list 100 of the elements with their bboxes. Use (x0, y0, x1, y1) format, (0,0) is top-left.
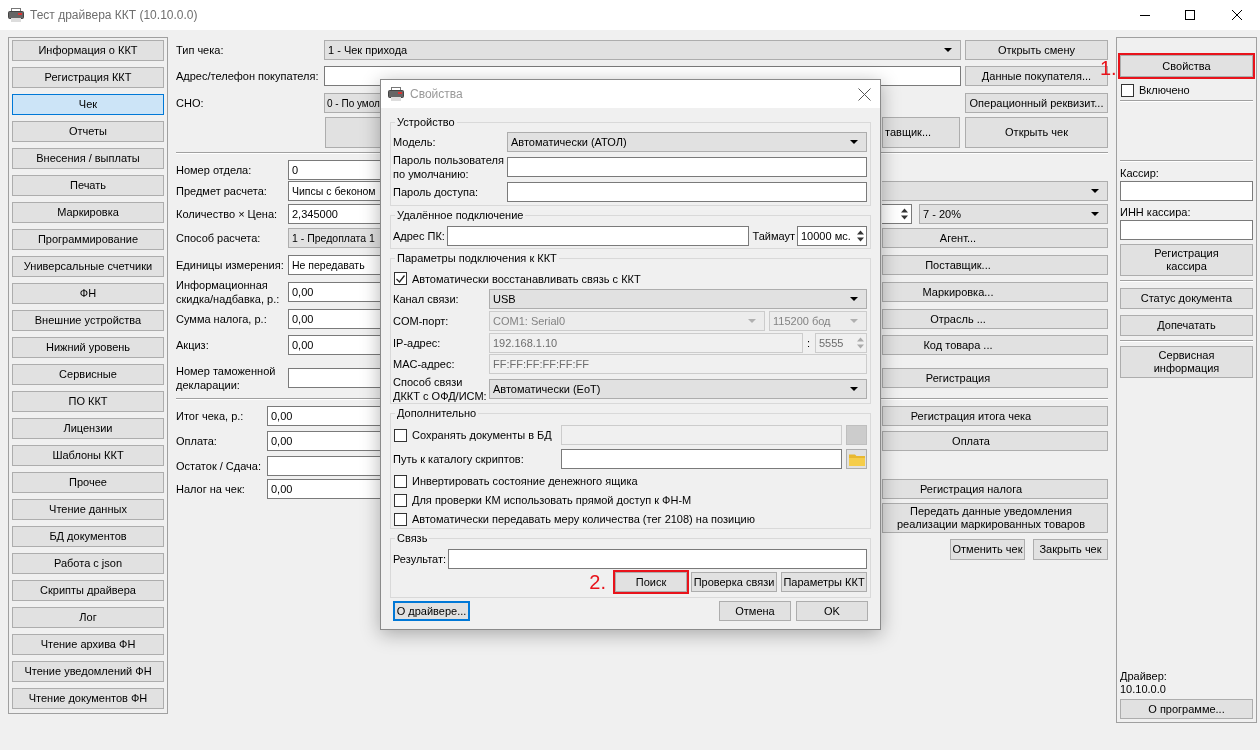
sidebar-item[interactable]: Внешние устройства (12, 310, 164, 331)
sidebar-item[interactable]: Работа с json (12, 553, 164, 574)
checkbox-label[interactable]: Автоматически передавать меру количества (тег 2108) на позицию (412, 513, 755, 525)
checkbox-label[interactable]: Для проверки КМ использовать прямой доступ к ФН-М (412, 494, 692, 506)
action-button[interactable]: Оплата (882, 431, 1108, 451)
checkbox-label[interactable]: Автоматически восстанавливать связь с ККТ (412, 272, 641, 285)
sidebar-item[interactable]: Отчеты (12, 121, 164, 142)
spin-arrows-icon[interactable] (900, 207, 909, 221)
input-field[interactable]: 0,00 (288, 335, 381, 355)
input-field[interactable] (267, 456, 381, 476)
action-button[interactable]: Отмена (719, 601, 791, 621)
dropdown[interactable]: Автоматически (EoT) (489, 379, 867, 399)
action-button[interactable]: тавщик... (882, 117, 960, 148)
spin-field[interactable]: 10000 мс. (797, 226, 867, 246)
action-button[interactable] (325, 117, 381, 148)
action-button[interactable]: Сервисная информация (1120, 346, 1253, 378)
dropdown[interactable]: Чипсы с беконом (288, 181, 381, 201)
action-button[interactable]: Регистрация (882, 368, 1108, 388)
checkbox-label[interactable]: Сохранять документы в БД (412, 429, 552, 441)
sidebar-item[interactable]: Сервисные (12, 364, 164, 385)
input-field[interactable]: 0,00 (267, 406, 381, 426)
sidebar-item[interactable]: Печать (12, 175, 164, 196)
spin-field[interactable] (882, 204, 912, 224)
input-field[interactable]: 0,00 (267, 431, 381, 451)
input-field[interactable]: 0,00 (288, 309, 381, 329)
dropdown[interactable]: 1 - Чек прихода (324, 40, 961, 60)
input-field[interactable]: 0 (288, 160, 381, 180)
dropdown[interactable]: 1 - Предоплата 1 (288, 228, 381, 248)
checkbox[interactable] (1121, 83, 1134, 97)
dropdown[interactable]: Не передавать (288, 255, 381, 275)
action-button[interactable]: OK (796, 601, 868, 621)
action-button[interactable]: Отрасль ... (882, 309, 1108, 329)
sidebar-item[interactable]: Информация о ККТ (12, 40, 164, 61)
checkbox[interactable] (394, 428, 407, 442)
action-button[interactable]: Поставщик... (882, 255, 1108, 275)
spin-arrows-icon[interactable] (856, 229, 865, 243)
input-field[interactable] (446, 226, 750, 246)
checkbox-label[interactable]: Включено (1139, 84, 1190, 96)
sidebar-item[interactable]: Чтение данных (12, 499, 164, 520)
action-button[interactable]: Маркировка... (882, 282, 1108, 302)
input-field[interactable] (1120, 220, 1253, 240)
sidebar-item[interactable]: Чек (12, 94, 164, 115)
sidebar-item[interactable]: Регистрация ККТ (12, 67, 164, 88)
sidebar-item[interactable]: Шаблоны ККТ (12, 445, 164, 466)
action-button[interactable]: Открыть смену (965, 40, 1108, 60)
sidebar-item[interactable]: Внесения / выплаты (12, 148, 164, 169)
dropdown[interactable]: Автоматически (АТОЛ) (507, 132, 867, 152)
dropdown[interactable]: USB (489, 289, 867, 309)
sidebar-item[interactable]: Чтение уведомлений ФН (12, 661, 164, 682)
sidebar-item[interactable]: Программирование (12, 229, 164, 250)
input-field[interactable] (561, 449, 842, 469)
action-button[interactable]: Статус документа (1120, 288, 1253, 309)
dropdown[interactable]: 0 - По умол (324, 93, 381, 113)
action-button[interactable]: Код товара ... (882, 335, 1108, 355)
checkbox[interactable] (394, 474, 407, 488)
checkbox-label[interactable]: Инвертировать состояние денежного ящика (412, 475, 638, 487)
action-button[interactable]: Передать данные уведомления реализации маркированных товаров (882, 503, 1108, 533)
maximize-icon[interactable] (1185, 10, 1195, 20)
sidebar-item[interactable]: БД документов (12, 526, 164, 547)
sidebar-item[interactable]: Чтение архива ФН (12, 634, 164, 655)
action-button[interactable]: Свойства (1120, 55, 1253, 77)
action-button[interactable]: Параметры ККТ (781, 572, 867, 592)
input-field[interactable] (507, 157, 867, 177)
action-button[interactable]: Закрыть чек (1033, 539, 1108, 560)
sidebar-item[interactable]: Прочее (12, 472, 164, 493)
action-button[interactable]: Отменить чек (950, 539, 1025, 560)
sidebar-item[interactable]: Лицензии (12, 418, 164, 439)
minimize-icon[interactable] (1140, 14, 1150, 16)
input-field[interactable] (288, 368, 381, 388)
close-icon[interactable] (1232, 10, 1242, 20)
action-button[interactable]: Регистрация налога (882, 479, 1108, 499)
input-field[interactable]: 0,00 (267, 479, 381, 499)
input-field[interactable] (448, 549, 867, 569)
input-field[interactable] (507, 182, 867, 202)
sidebar-item[interactable]: Скрипты драйвера (12, 580, 164, 601)
action-button[interactable]: Поиск (615, 572, 687, 592)
action-button[interactable]: Агент... (882, 228, 1108, 248)
input-field[interactable]: 2,345000 (288, 204, 381, 224)
sidebar-item[interactable]: Чтение документов ФН (12, 688, 164, 709)
dropdown[interactable]: 7 - 20% (919, 204, 1108, 224)
action-button[interactable]: Допечатать (1120, 315, 1253, 336)
checkbox[interactable] (394, 272, 407, 285)
action-button[interactable]: Регистрация кассира (1120, 244, 1253, 276)
action-button[interactable]: О программе... (1120, 699, 1253, 719)
action-button[interactable]: О драйвере... (393, 601, 470, 621)
sidebar-item[interactable]: ФН (12, 283, 164, 304)
action-button[interactable]: Проверка связи (691, 572, 777, 592)
sidebar-item[interactable]: Лог (12, 607, 164, 628)
action-button[interactable]: Операционный реквизит... (965, 93, 1108, 113)
action-button[interactable]: Открыть чек (965, 117, 1108, 148)
sidebar-item[interactable]: Универсальные счетчики (12, 256, 164, 277)
action-button[interactable]: Регистрация итога чека (882, 406, 1108, 426)
close-icon[interactable] (858, 87, 871, 101)
checkbox[interactable] (394, 512, 407, 526)
input-field[interactable]: 0,00 (288, 282, 381, 302)
sidebar-item[interactable]: Маркировка (12, 202, 164, 223)
checkbox[interactable] (394, 493, 407, 507)
sidebar-item[interactable]: Нижний уровень (12, 337, 164, 358)
sidebar-item[interactable]: ПО ККТ (12, 391, 164, 412)
input-field[interactable] (1120, 181, 1253, 201)
